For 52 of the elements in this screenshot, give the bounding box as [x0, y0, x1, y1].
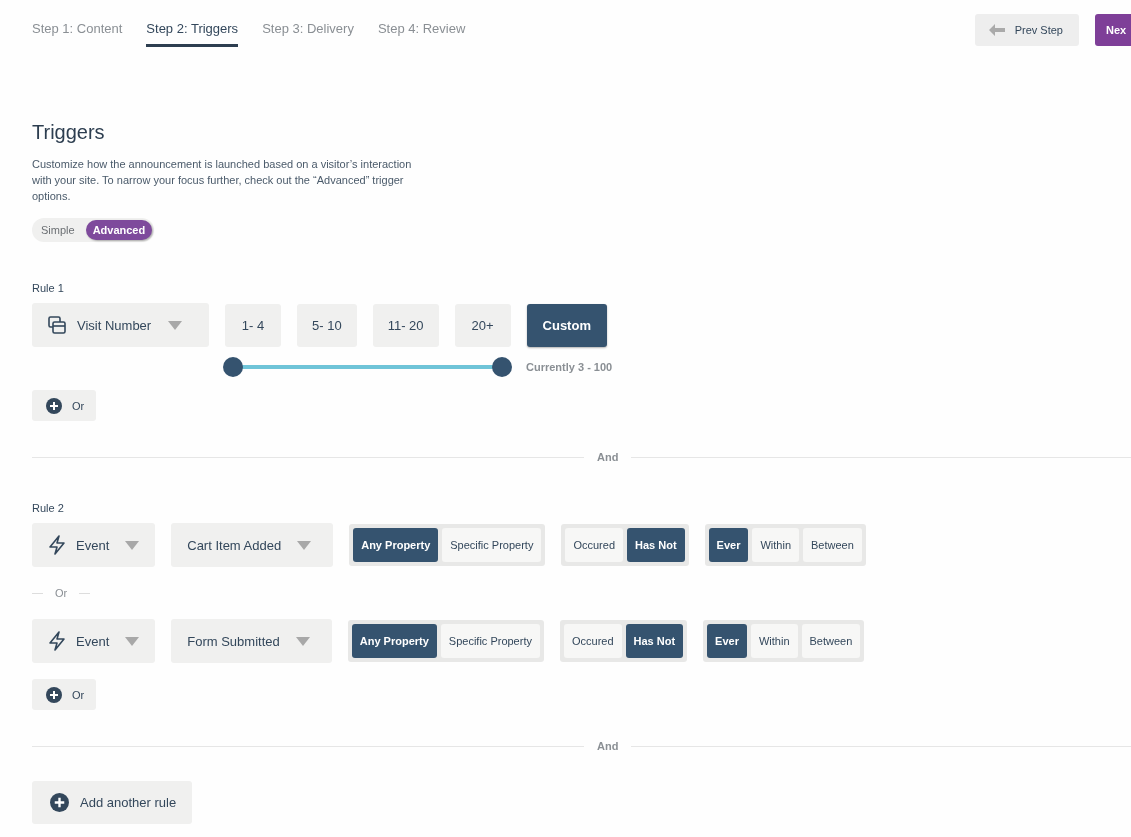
segment-option[interactable]: Within — [750, 624, 798, 658]
caret-icon — [168, 320, 183, 330]
caret-icon — [125, 636, 140, 646]
next-step-button[interactable]: Nex — [1095, 14, 1131, 46]
and-separator-text: And — [596, 740, 620, 752]
plus-circle-icon — [50, 793, 69, 812]
arrow-left-icon — [988, 24, 1005, 36]
lightning-icon — [48, 535, 66, 555]
caret-icon — [125, 540, 140, 550]
or-separator-text: Or — [55, 587, 68, 599]
add-or-button[interactable]: Or — [32, 679, 97, 710]
rule-label: Rule 2 — [32, 502, 65, 514]
plus-circle-icon — [46, 397, 62, 414]
preset-button[interactable]: 20+ — [454, 303, 511, 347]
condition-type-dropdown[interactable]: Visit Number — [32, 303, 209, 347]
segment-option[interactable]: Any Property — [351, 624, 437, 658]
preset-button[interactable]: 1- 4 — [225, 303, 281, 347]
mode-option[interactable]: Simple — [34, 220, 82, 240]
preset-button[interactable]: 5- 10 — [297, 303, 357, 347]
caret-icon — [295, 636, 310, 646]
plus-circle-icon — [46, 686, 62, 703]
prev-step-button[interactable]: Prev Step — [974, 14, 1079, 46]
description-text: Customize how the announcement is launched based on a visitor’s interaction with your site. To narrow your focus further, check out the “Advanced” trigger options. — [32, 157, 413, 204]
segment-option[interactable]: Occured — [565, 528, 623, 562]
segment-option[interactable]: Has Not — [625, 624, 684, 658]
windows-icon — [48, 316, 66, 334]
segment-option[interactable]: Occured — [563, 624, 622, 658]
section-title: Triggers — [32, 121, 106, 144]
segment-option[interactable]: Specific Property — [442, 528, 542, 562]
segment-option[interactable]: Between — [803, 528, 862, 562]
condition-type-dropdown[interactable]: Event — [32, 523, 156, 567]
segment-option[interactable]: Ever — [707, 624, 747, 658]
segment-option[interactable]: Within — [752, 528, 799, 562]
segment-option[interactable]: Specific Property — [440, 624, 540, 658]
lightning-icon — [48, 631, 66, 651]
and-separator-text: And — [596, 451, 620, 463]
preset-button[interactable]: 11- 20 — [372, 303, 439, 347]
add-rule-button[interactable]: Add another rule — [32, 781, 193, 824]
mode-option[interactable]: Advanced — [85, 220, 153, 240]
segment-option[interactable]: Between — [801, 624, 861, 658]
caret-icon — [297, 540, 312, 550]
action-select[interactable]: Cart Item Added — [171, 523, 334, 567]
segment-option[interactable]: Any Property — [353, 528, 439, 562]
step-tab[interactable]: Step 2: Triggers — [146, 21, 239, 47]
segment-option[interactable]: Ever — [708, 528, 749, 562]
preset-button[interactable]: Custom — [526, 303, 607, 347]
rule-label: Rule 1 — [32, 282, 65, 294]
action-select[interactable]: Form Submitted — [171, 619, 332, 663]
range-reading: Currently 3 - 100 — [526, 361, 613, 373]
segment-option[interactable]: Has Not — [627, 528, 685, 562]
add-or-button[interactable]: Or — [32, 390, 97, 421]
condition-type-dropdown[interactable]: Event — [32, 619, 156, 663]
